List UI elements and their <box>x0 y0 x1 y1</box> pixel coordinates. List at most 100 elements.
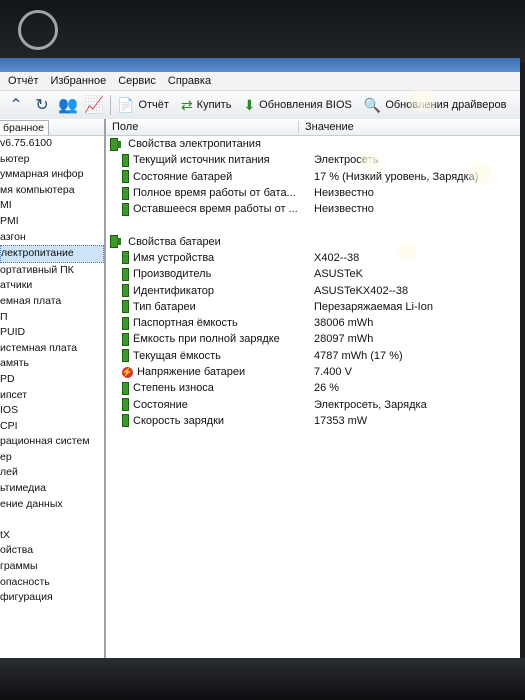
logo-icon <box>18 10 58 50</box>
sidebar-item[interactable]: истемная плата <box>0 341 104 357</box>
property-value: 7.400 V <box>314 366 352 378</box>
property-row[interactable]: Текущая ёмкость 4787 mWh (17 %) <box>106 348 520 364</box>
sidebar-item[interactable]: ьтимедиа <box>0 481 104 497</box>
property-row[interactable]: Скорость зарядки 17353 mW <box>106 413 520 429</box>
column-header: Поле Значение <box>106 119 520 136</box>
voltage-icon: ⚡ <box>121 366 134 378</box>
property-field: Текущая ёмкость <box>133 349 221 362</box>
sidebar-item[interactable]: фигурация <box>0 590 104 606</box>
chart-icon[interactable]: 📈 <box>84 95 104 115</box>
sidebar-item[interactable] <box>0 512 104 528</box>
property-row[interactable]: Степень износа 26 % <box>106 380 520 396</box>
sidebar-item[interactable]: ер <box>0 450 104 466</box>
property-row[interactable]: Текущий источник питания Электросеть <box>106 152 520 168</box>
property-value: Перезаряжаемая Li-Ion <box>314 300 433 313</box>
sidebar-item[interactable]: PD <box>0 372 104 388</box>
column-value[interactable]: Значение <box>299 121 354 133</box>
sidebar-item[interactable]: MI <box>0 198 104 214</box>
property-field: Состояние <box>133 398 188 411</box>
sidebar-item[interactable]: лей <box>0 465 104 481</box>
group-battery-properties[interactable]: Свойства батареи <box>106 233 520 249</box>
property-row[interactable]: Тип батареи Перезаряжаемая Li-Ion <box>106 299 520 315</box>
sidebar-item[interactable]: v6.75.6100 <box>0 136 104 152</box>
menu-service[interactable]: Сервис <box>118 75 156 87</box>
sidebar-item[interactable]: PMI <box>0 214 104 230</box>
property-field: Ёмкость при полной зарядке <box>133 333 280 346</box>
sidebar-item[interactable]: PUID <box>0 325 104 341</box>
menu-favorites[interactable]: Избранное <box>50 75 106 87</box>
screen-glare <box>468 160 494 186</box>
property-value: 17 % (Низкий уровень, Зарядка) <box>314 170 479 183</box>
sidebar-item[interactable]: ипсет <box>0 388 104 404</box>
sidebar-item[interactable]: ойства <box>0 543 104 559</box>
title-bar <box>0 58 520 72</box>
power-rows: Текущий источник питания Электросеть Состо… <box>106 152 520 217</box>
battery-icon <box>122 398 129 412</box>
battery-icon <box>122 170 129 184</box>
sidebar-item[interactable]: рационная систем <box>0 434 104 450</box>
menu-help[interactable]: Справка <box>168 75 211 87</box>
battery-icon <box>122 316 129 330</box>
property-row[interactable]: Состояние Электросеть, Зарядка <box>106 396 520 412</box>
property-row[interactable]: Паспортная ёмкость 38006 mWh <box>106 315 520 331</box>
sidebar-item[interactable]: ортативный ПК <box>0 263 104 279</box>
sidebar-tree: бранное v6.75.6100 ьютер уммарная инфор мя … <box>0 119 106 658</box>
property-row[interactable]: Производитель ASUSTeK <box>106 266 520 282</box>
sidebar-item[interactable]: опасность <box>0 575 104 591</box>
bios-update-button[interactable]: ⬇ Обновления BIOS <box>243 97 351 114</box>
sidebar-item[interactable]: tX <box>0 528 104 544</box>
property-row[interactable]: Ёмкость при полной зарядке 28097 mWh <box>106 331 520 347</box>
property-row[interactable]: ⚡ Напряжение батареи 7.400 V <box>106 364 520 380</box>
sidebar-item[interactable]: емная плата <box>0 294 104 310</box>
menu-report[interactable]: Отчёт <box>8 75 38 87</box>
property-field: Состояние батарей <box>133 170 233 183</box>
menu-bar: Отчёт Избранное Сервис Справка <box>0 72 520 91</box>
battery-icon <box>122 332 129 346</box>
user-icon[interactable]: 👥 <box>58 95 78 115</box>
property-value: 17353 mW <box>314 414 368 427</box>
sidebar-item[interactable]: уммарная инфор <box>0 167 104 183</box>
sidebar-item[interactable]: лектропитание <box>0 245 104 263</box>
column-field[interactable]: Поле <box>106 121 299 133</box>
property-value: 4787 mWh (17 %) <box>314 349 403 362</box>
sidebar-header: бранное <box>0 119 104 136</box>
sidebar-item[interactable]: CPI <box>0 419 104 435</box>
sidebar-item[interactable]: амять <box>0 356 104 372</box>
group-power-properties[interactable]: Свойства электропитания <box>106 136 520 152</box>
property-value: Неизвестно <box>314 187 374 200</box>
screen-glare <box>396 240 418 262</box>
aida64-window: Отчёт Избранное Сервис Справка ⌃ ↻ 👥 📈 📄… <box>0 58 520 658</box>
property-row[interactable]: Оставшееся время работы от ... Неизвестно <box>106 201 520 217</box>
battery-icon <box>122 153 129 167</box>
report-icon: 📄 <box>117 96 135 113</box>
report-button[interactable]: 📄 Отчёт <box>117 97 169 114</box>
group-title: Свойства батареи <box>128 235 221 248</box>
tab-favorites[interactable]: бранное <box>0 119 49 135</box>
property-row[interactable]: Идентификатор ASUSTeKX402--38 <box>106 282 520 298</box>
sidebar-item[interactable]: атчики <box>0 278 104 294</box>
up-icon[interactable]: ⌃ <box>6 95 26 115</box>
property-field: Оставшееся время работы от ... <box>133 203 298 216</box>
buy-button-label: Купить <box>196 99 232 111</box>
sidebar-item[interactable]: азгон <box>0 230 104 246</box>
property-row[interactable]: Имя устройства X402--38 <box>106 250 520 266</box>
property-row[interactable]: Полное время работы от бата... Неизвестно <box>106 185 520 201</box>
property-field: Имя устройства <box>133 251 215 264</box>
sidebar-item[interactable]: IOS <box>0 403 104 419</box>
property-field: Напряжение батареи <box>137 366 246 378</box>
battery-icon <box>122 202 129 216</box>
sidebar-item[interactable]: мя компьютера <box>0 183 104 199</box>
toolbar-separator <box>110 95 111 115</box>
property-field: Текущий источник питания <box>133 154 270 167</box>
buy-button[interactable]: ⇄ Купить <box>181 97 232 114</box>
details-list: Свойства электропитания Текущий источник… <box>106 136 520 429</box>
sidebar-item[interactable]: ьютер <box>0 152 104 168</box>
sidebar-item[interactable]: П <box>0 310 104 326</box>
property-field: Скорость зарядки <box>133 414 225 427</box>
property-row[interactable]: Состояние батарей 17 % (Низкий уровень, З… <box>106 169 520 185</box>
sidebar-item[interactable]: ение данных <box>0 497 104 513</box>
sidebar-item[interactable]: граммы <box>0 559 104 575</box>
battery-icon <box>122 414 129 428</box>
refresh-icon[interactable]: ↻ <box>32 95 52 115</box>
property-field: Степень износа <box>133 382 214 395</box>
